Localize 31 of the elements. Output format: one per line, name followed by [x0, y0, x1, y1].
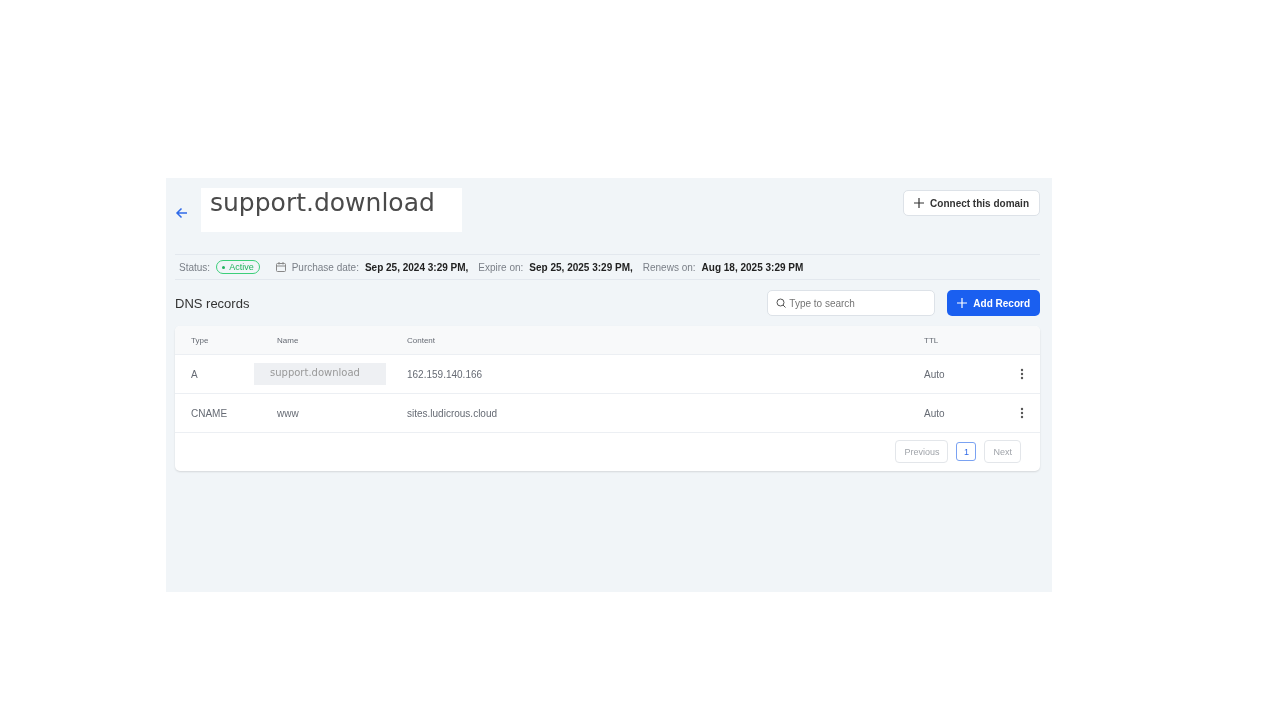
- domain-title: support.download: [201, 188, 462, 232]
- column-header: Type: [191, 335, 210, 345]
- date-label: Expire on:: [478, 261, 524, 273]
- date-value: Sep 25, 2025 3:29 PM,: [529, 261, 633, 273]
- table-cell-text: 162.159.140.166: [407, 368, 484, 380]
- more-options-icon[interactable]: [1020, 407, 1024, 419]
- table-cell-text: Auto: [924, 407, 946, 419]
- table-cell: support.download: [254, 363, 386, 385]
- date-label: Renews on:: [642, 261, 696, 273]
- table-cell-text: sites.ludicrous.cloud: [407, 407, 499, 419]
- connect-domain-button[interactable]: Connect this domain: [903, 190, 1040, 216]
- column-header: Name: [277, 335, 300, 345]
- column-header: Content: [407, 335, 437, 345]
- section-title: DNS records: [175, 295, 250, 311]
- table-cell-text: Auto: [924, 368, 946, 380]
- date-label: Purchase date:: [291, 261, 359, 273]
- more-options-icon[interactable]: [1020, 368, 1024, 380]
- date-value: Sep 25, 2024 3:29 PM,: [364, 261, 469, 273]
- back-arrow-icon[interactable]: [175, 206, 189, 220]
- table-cell: www: [277, 407, 299, 419]
- search-icon: [776, 298, 787, 308]
- calendar-icon: [275, 262, 286, 272]
- table-cell-text: CNAME: [191, 407, 229, 419]
- status-label: Status:: [179, 261, 211, 273]
- plus-icon: [914, 198, 925, 208]
- page-button[interactable]: 1: [956, 442, 977, 461]
- add-record-button[interactable]: Add Record: [947, 290, 1040, 316]
- search-field[interactable]: Type to search: [767, 290, 936, 316]
- column-header: TTL: [924, 335, 940, 345]
- plus-icon: [957, 298, 968, 308]
- date-value: Aug 18, 2025 3:29 PM: [701, 261, 804, 273]
